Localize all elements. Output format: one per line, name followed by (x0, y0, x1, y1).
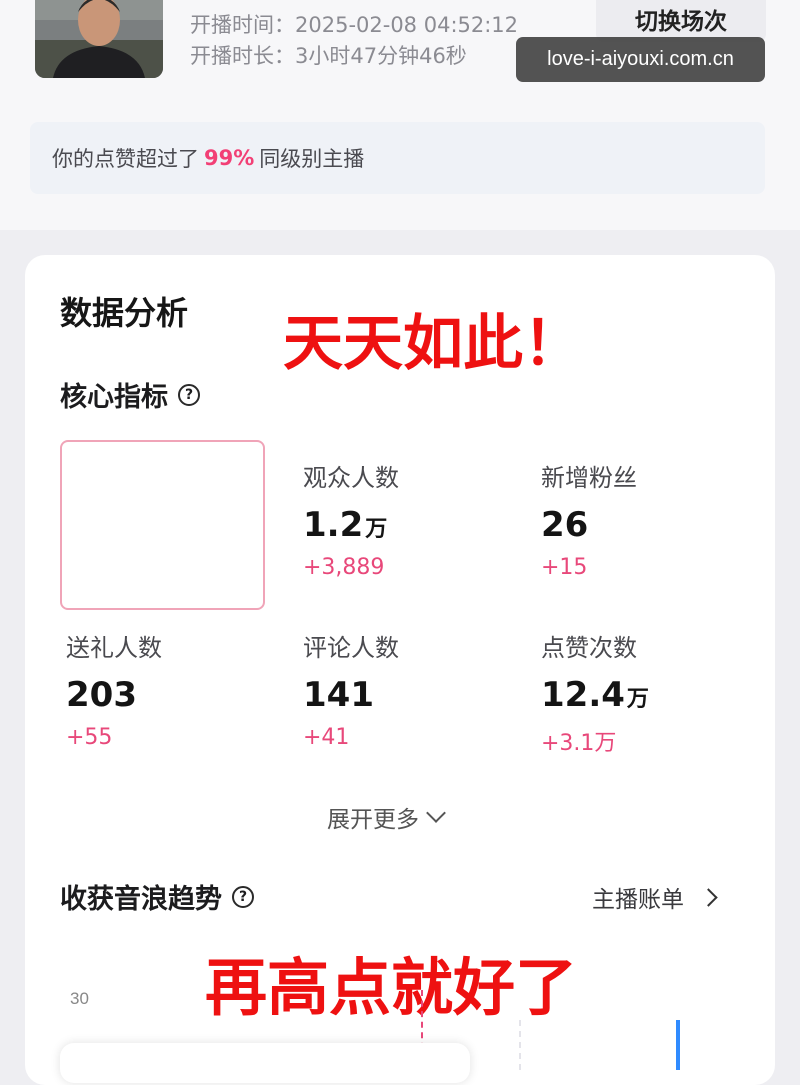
streamer-photo (35, 0, 163, 78)
annotation-wish-higher: 再高点就好了 (205, 951, 578, 1024)
like-ranking-banner: 你的点赞超过了 99% 同级别主播 (30, 122, 765, 194)
metric-label: 点赞次数 (541, 634, 637, 662)
metric-delta: +3.1万 (541, 731, 617, 756)
metric-label: 评论人数 (303, 634, 399, 662)
metric-commenters[interactable]: 评论人数 141 +41 (303, 628, 399, 750)
core-metrics-label: 核心指标 (60, 382, 168, 413)
sound-wave-trend-title: 收获音浪趋势 ? (60, 877, 254, 916)
metric-value: 12.4 (541, 675, 625, 715)
chart-y-tick: 30 (70, 989, 89, 1008)
like-percent: 99% (204, 146, 255, 170)
metric-value: 141 (303, 675, 374, 715)
metric-label: 新增粉丝 (541, 464, 637, 492)
section-title-data-analysis: 数据分析 (60, 294, 189, 332)
chart-bar (676, 1020, 680, 1070)
help-icon[interactable]: ? (178, 383, 200, 406)
switch-session-button[interactable]: 切换场次 (596, 0, 766, 42)
core-metrics-title: 核心指标 ? (60, 375, 200, 414)
stream-duration: 开播时长：3小时47分钟46秒 (190, 44, 467, 68)
site-watermark: love-i-aiyouxi.com.cn (516, 37, 765, 82)
metric-label: 观众人数 (303, 464, 399, 492)
chevron-right-icon (699, 887, 718, 907)
metric-value: 203 (66, 675, 137, 715)
metric-delta: +3,889 (303, 555, 385, 580)
host-bill-label: 主播账单 (592, 887, 684, 913)
metric-value: 1.2 (303, 505, 364, 545)
metric-delta: +15 (541, 555, 588, 580)
metric-label: 送礼人数 (66, 634, 162, 662)
chevron-down-icon (426, 803, 446, 823)
expand-more-button[interactable]: 展开更多 (327, 800, 446, 834)
metric-delta: +55 (66, 725, 113, 750)
chart-tooltip (60, 1043, 470, 1083)
host-bill-link[interactable]: 主播账单 (592, 880, 718, 914)
streamer-avatar (35, 0, 163, 78)
metric-audience[interactable]: 观众人数 1.2 万 +3,889 (303, 458, 399, 580)
metric-unit: 万 (626, 687, 649, 712)
like-banner-suffix: 同级别主播 (259, 147, 365, 171)
redacted-area (70, 455, 170, 605)
expand-more-label: 展开更多 (327, 807, 419, 833)
chart-grid-line (519, 1020, 521, 1070)
stream-start-time: 开播时间：2025-02-08 04:52:12 (190, 13, 519, 37)
like-banner-prefix: 你的点赞超过了 (52, 147, 199, 171)
trend-title-label: 收获音浪趋势 (60, 884, 222, 915)
annotation-every-day: 天天如此！ (283, 309, 583, 379)
help-icon[interactable]: ? (232, 885, 254, 908)
metric-value: 26 (541, 505, 589, 545)
metric-new-fans[interactable]: 新增粉丝 26 +15 (541, 458, 637, 580)
metric-unit: 万 (365, 517, 388, 542)
metric-likes[interactable]: 点赞次数 12.4 万 +3.1万 (541, 628, 649, 757)
metric-delta: +41 (303, 725, 350, 750)
metric-gift-senders[interactable]: 送礼人数 203 +55 (66, 628, 162, 750)
